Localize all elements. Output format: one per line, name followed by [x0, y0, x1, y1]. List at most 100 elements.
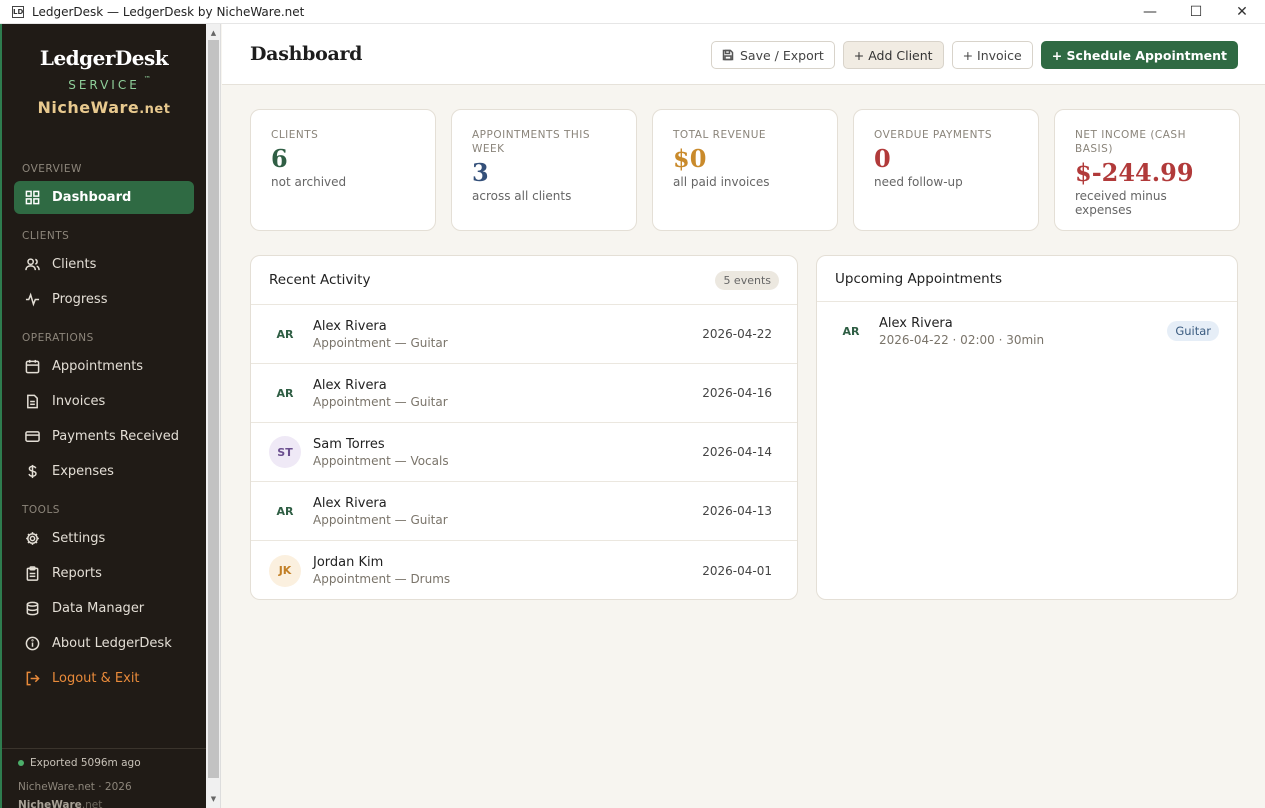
window-title: LedgerDesk — LedgerDesk by NicheWare.net	[32, 4, 305, 19]
activity-row[interactable]: JK Jordan Kim Appointment — Drums 2026-04…	[251, 541, 797, 599]
recent-activity-panel: Recent Activity 5 events AR Alex Rivera A…	[250, 255, 798, 600]
save-export-button[interactable]: Save / Export	[711, 41, 835, 69]
window-controls: — ☐ ✕	[1127, 0, 1265, 24]
stat-card-net-income: NET INCOME (CASH BASIS) $-244.99 receive…	[1054, 109, 1240, 231]
minimize-button[interactable]: —	[1127, 0, 1173, 24]
nav-section-overview: OVERVIEW	[22, 163, 82, 175]
footer-logo: NicheWare.net	[18, 799, 103, 808]
sidebar-item-invoices[interactable]: Invoices	[14, 385, 194, 418]
sidebar-item-about[interactable]: About LedgerDesk	[14, 627, 194, 660]
brand-logo: LedgerDesk SERVICE ™ NicheWare.net	[2, 24, 206, 117]
gear-icon	[24, 531, 40, 547]
sidebar-item-label: Payments Received	[52, 429, 179, 444]
panel-header: Recent Activity 5 events	[251, 256, 797, 305]
database-icon	[24, 601, 40, 617]
stat-card-overdue: OVERDUE PAYMENTS 0 need follow-up	[853, 109, 1039, 231]
clipboard-icon	[24, 566, 40, 582]
sidebar-item-dashboard[interactable]: Dashboard	[14, 181, 194, 214]
add-invoice-button[interactable]: + Invoice	[951, 41, 1033, 69]
panel-header: Upcoming Appointments	[817, 256, 1237, 302]
maximize-button[interactable]: ☐	[1173, 0, 1219, 24]
activity-row[interactable]: AR Alex Rivera Appointment — Guitar 2026-…	[251, 482, 797, 541]
sidebar-item-clients[interactable]: Clients	[14, 248, 194, 281]
nav-section-operations: OPERATIONS	[22, 332, 94, 344]
upcoming-appointments-panel: Upcoming Appointments AR Alex Rivera 2026…	[816, 255, 1238, 600]
stat-card-appointments: APPOINTMENTS THIS WEEK 3 across all clie…	[451, 109, 637, 231]
sidebar: LedgerDesk SERVICE ™ NicheWare.net OVERVI…	[0, 24, 206, 808]
activity-desc: Appointment — Drums	[313, 572, 451, 586]
panel-title: Recent Activity	[269, 272, 371, 288]
activity-row[interactable]: AR Alex Rivera Appointment — Guitar 2026-…	[251, 305, 797, 364]
status-dot-icon	[18, 760, 24, 766]
sidebar-item-label: Clients	[52, 257, 97, 272]
schedule-appointment-button[interactable]: + Schedule Appointment	[1040, 41, 1238, 69]
activity-date: 2026-04-16	[702, 386, 772, 400]
stat-label: NET INCOME (CASH BASIS)	[1075, 129, 1186, 155]
scroll-down-icon[interactable]: ▼	[206, 792, 221, 806]
stat-value: 6	[271, 144, 288, 173]
brand-nicheware: NicheWare.net	[37, 98, 171, 117]
sidebar-item-expenses[interactable]: Expenses	[14, 455, 194, 488]
sidebar-item-settings[interactable]: Settings	[14, 522, 194, 555]
activity-date: 2026-04-01	[702, 563, 772, 578]
document-icon	[24, 394, 40, 410]
scrollbar-thumb[interactable]	[208, 40, 219, 778]
sidebar-item-payments[interactable]: Payments Received	[14, 420, 194, 453]
activity-date: 2026-04-22	[702, 327, 772, 341]
export-status: Exported 5096m ago	[18, 757, 206, 769]
stat-card-revenue: TOTAL REVENUE $0 all paid invoices	[652, 109, 838, 231]
sidebar-item-label: Reports	[52, 566, 102, 581]
sidebar-item-data-manager[interactable]: Data Manager	[14, 592, 194, 625]
sidebar-item-label: Progress	[52, 292, 108, 307]
sidebar-item-label: Logout & Exit	[52, 671, 140, 686]
close-button[interactable]: ✕	[1219, 0, 1265, 24]
sidebar-footer: Exported 5096m ago NicheWare.net · 2026 …	[2, 748, 206, 808]
credit-card-icon	[24, 429, 40, 445]
client-name: Alex Rivera	[879, 315, 953, 331]
stat-label: CLIENTS	[271, 129, 319, 141]
appointment-row[interactable]: AR Alex Rivera 2026-04-22 · 02:00 · 30min…	[817, 302, 1237, 360]
client-name: Sam Torres	[313, 436, 385, 452]
users-icon	[24, 257, 40, 273]
sidebar-item-appointments[interactable]: Appointments	[14, 350, 194, 383]
avatar: JK	[269, 554, 301, 587]
activity-desc: Appointment — Guitar	[313, 394, 448, 409]
avatar: ST	[269, 436, 301, 468]
activity-desc: Appointment — Guitar	[313, 335, 448, 350]
nav-section-clients: CLIENTS	[22, 230, 70, 242]
stat-sub: not archived	[271, 175, 347, 189]
app-icon: LD	[12, 5, 24, 18]
stat-sub: received minus expenses	[1075, 189, 1167, 217]
client-name: Alex Rivera	[313, 495, 387, 511]
activity-row[interactable]: ST Sam Torres Appointment — Vocals 2026-0…	[251, 423, 797, 482]
sidebar-item-label: About LedgerDesk	[52, 636, 172, 651]
dollar-icon	[24, 464, 40, 480]
sidebar-item-label: Data Manager	[52, 601, 145, 616]
main-content: Dashboard Save / Export + Add Client + I…	[222, 24, 1265, 808]
activity-date: 2026-04-13	[702, 504, 772, 518]
brand-name: LedgerDesk	[39, 46, 169, 70]
stat-value: $-244.99	[1075, 158, 1194, 187]
sidebar-item-reports[interactable]: Reports	[14, 557, 194, 590]
add-client-button[interactable]: + Add Client	[842, 41, 944, 69]
calendar-icon	[24, 359, 40, 375]
events-count-badge: 5 events	[715, 270, 779, 290]
stat-value: 3	[472, 158, 489, 187]
avatar: AR	[269, 318, 301, 350]
scroll-up-icon[interactable]: ▲	[206, 26, 221, 40]
lesson-tag: Guitar	[1167, 321, 1219, 341]
sidebar-item-label: Settings	[52, 531, 106, 546]
footer-copyright: NicheWare.net · 2026	[18, 781, 132, 793]
stat-label: OVERDUE PAYMENTS	[874, 129, 993, 141]
sidebar-scrollbar[interactable]: ▲ ▼	[206, 24, 221, 808]
sidebar-item-progress[interactable]: Progress	[14, 283, 194, 316]
activity-desc: Appointment — Vocals	[313, 453, 449, 468]
sidebar-item-logout[interactable]: Logout & Exit	[14, 662, 194, 695]
sidebar-item-label: Invoices	[52, 394, 106, 409]
activity-row[interactable]: AR Alex Rivera Appointment — Guitar 2026-…	[251, 364, 797, 423]
activity-date: 2026-04-14	[702, 445, 772, 459]
window-titlebar: LD LedgerDesk — LedgerDesk by NicheWare.…	[0, 0, 1265, 24]
panel-title: Upcoming Appointments	[835, 270, 1003, 287]
stat-label: TOTAL REVENUE	[673, 129, 767, 141]
avatar: AR	[269, 377, 301, 409]
